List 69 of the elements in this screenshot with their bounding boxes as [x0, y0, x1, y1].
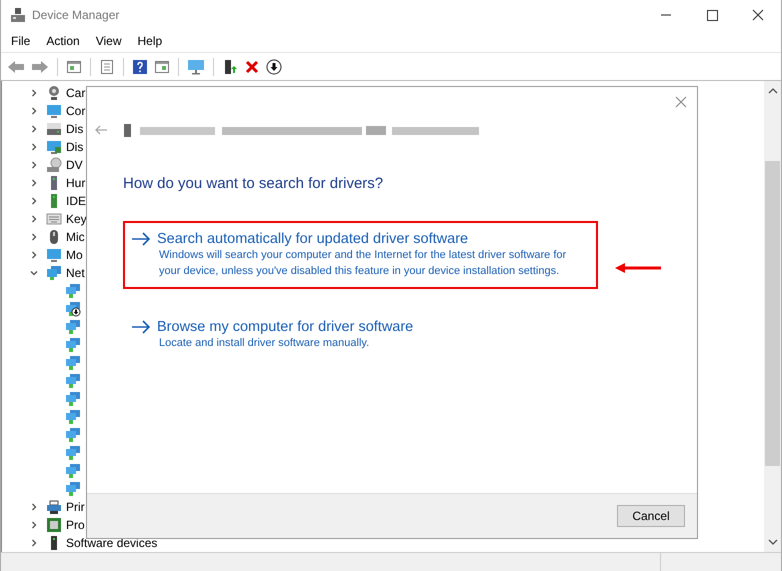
network-adapter-icon[interactable]	[65, 301, 81, 317]
option[interactable]: Browse my computer for driver software Locate and install driver software manually.	[123, 309, 598, 361]
expand-chevron-icon[interactable]	[29, 520, 39, 530]
device-manager-icon	[10, 7, 26, 23]
expand-chevron-icon[interactable]	[29, 538, 39, 548]
arrow-icon	[131, 232, 151, 246]
scroll-up-icon[interactable]	[768, 87, 778, 95]
network-icon	[46, 265, 62, 281]
monitor-icon	[46, 247, 62, 263]
expand-chevron-icon[interactable]	[29, 88, 39, 98]
expand-chevron-icon[interactable]	[29, 142, 39, 152]
expand-chevron-icon[interactable]	[29, 232, 39, 242]
keyboard-icon	[46, 211, 62, 227]
dvd-icon	[46, 157, 62, 173]
monitor-icon[interactable]	[187, 58, 205, 74]
tree-item[interactable]: Software devices	[66, 536, 158, 550]
download-icon[interactable]	[266, 58, 282, 74]
forward-icon[interactable]	[31, 58, 49, 74]
window-title: Device Manager	[32, 8, 120, 22]
expand-chevron-icon[interactable]	[29, 214, 39, 224]
tree-item[interactable]: Pro	[66, 518, 85, 532]
pointer-arrow	[615, 263, 661, 273]
tree-item[interactable]: Mo	[66, 248, 83, 262]
option-description: Locate and install driver software manually.	[159, 336, 370, 351]
expand-chevron-icon[interactable]	[29, 124, 39, 134]
printer-icon	[46, 499, 62, 515]
cancel-button[interactable]: Cancel	[617, 505, 685, 527]
processor-icon	[46, 517, 62, 533]
option-title[interactable]: Browse my computer for driver software	[157, 319, 414, 335]
tree-item[interactable]: Dis	[66, 140, 84, 154]
camera-icon	[46, 85, 62, 101]
tree-item[interactable]: Cor	[66, 104, 86, 118]
menu-item[interactable]: File	[1, 34, 38, 48]
tree-item[interactable]: IDE	[66, 194, 86, 208]
panel-icon[interactable]	[154, 58, 170, 74]
expand-chevron-icon[interactable]	[29, 502, 39, 512]
collapse-chevron-icon[interactable]	[29, 268, 39, 278]
tree-item[interactable]: Net	[66, 266, 85, 280]
option-description: Windows will search your computer and the Internet for the latest driver software for your device, unless you've disabled this feature in your device installation settings.	[159, 248, 568, 279]
arrow-icon	[131, 320, 151, 334]
display-icon	[46, 139, 62, 155]
tree-item[interactable]: Car	[66, 86, 86, 100]
uninstall-icon[interactable]	[244, 58, 260, 74]
expand-chevron-icon[interactable]	[29, 196, 39, 206]
expand-chevron-icon[interactable]	[29, 250, 39, 260]
menu-item[interactable]: View	[88, 34, 130, 48]
menu-item[interactable]: Action	[38, 34, 88, 48]
tree-item[interactable]: Hur	[66, 176, 86, 190]
monitor-icon	[46, 103, 62, 119]
tree-item[interactable]: Prir	[66, 500, 85, 514]
panel-icon[interactable]	[66, 58, 82, 74]
properties-icon[interactable]	[99, 58, 115, 74]
tree-item[interactable]: DV	[66, 158, 83, 172]
scrollbar-thumb[interactable]	[765, 161, 780, 466]
close-icon[interactable]	[675, 96, 687, 108]
update-driver-icon[interactable]	[222, 58, 238, 74]
menu-item[interactable]: Help	[130, 34, 170, 48]
scroll-down-icon[interactable]	[768, 538, 778, 546]
help-icon[interactable]	[132, 58, 148, 74]
scrollbar[interactable]	[764, 81, 781, 552]
expand-chevron-icon[interactable]	[29, 106, 39, 116]
option-title[interactable]: Search automatically for updated driver software	[157, 231, 468, 247]
tree-item[interactable]: Mic	[66, 230, 85, 244]
tree-item[interactable]: Key	[66, 212, 87, 226]
dialog-heading: How do you want to search for drivers?	[123, 175, 384, 192]
back-icon[interactable]	[7, 58, 25, 74]
expand-chevron-icon[interactable]	[29, 178, 39, 188]
expand-chevron-icon[interactable]	[29, 160, 39, 170]
tree-item[interactable]: Dis	[66, 122, 84, 136]
